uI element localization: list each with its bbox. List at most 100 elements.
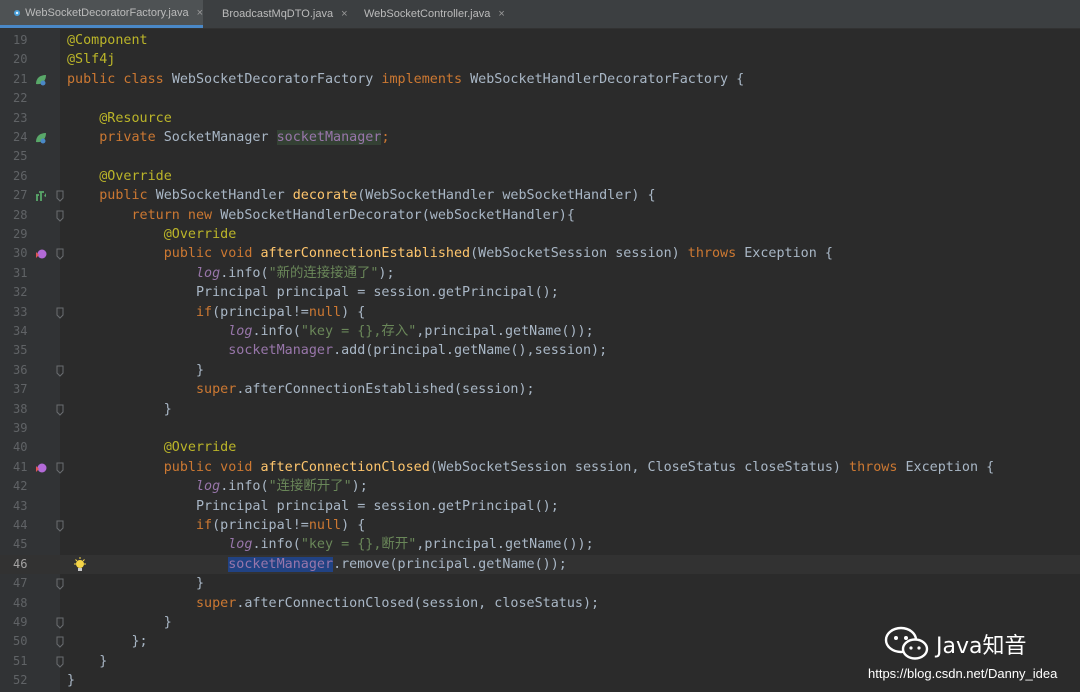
code-text: @Slf4j xyxy=(67,50,115,69)
code-text: public WebSocketHandler decorate(WebSock… xyxy=(67,186,656,205)
code-text: log.info("新的连接接通了"); xyxy=(67,264,395,283)
code-line[interactable]: 41 public void afterConnectionClosed(Web… xyxy=(0,458,1080,477)
code-token: null xyxy=(308,518,342,533)
code-line[interactable]: 40 @Override xyxy=(0,438,1080,457)
code-token: "新的连接接通了" xyxy=(268,265,379,281)
code-token: .info( xyxy=(220,479,269,495)
code-line[interactable]: 26 @Override xyxy=(0,167,1080,186)
code-line[interactable]: 29 @Override xyxy=(0,225,1080,244)
fold-marker-icon[interactable] xyxy=(55,248,65,261)
code-line[interactable]: 25 xyxy=(0,147,1080,166)
tab-2[interactable]: WebSocketController.java × xyxy=(345,0,505,28)
fold-marker-icon[interactable] xyxy=(55,520,65,532)
code-line[interactable]: 36 } xyxy=(0,361,1080,380)
code-token: } xyxy=(67,401,172,417)
code-line[interactable]: 47 } xyxy=(0,574,1080,593)
code-token: public void xyxy=(163,459,261,475)
bean-icon[interactable] xyxy=(34,73,48,87)
code-token: "key = {},断开" xyxy=(300,537,417,553)
line-number: 43 xyxy=(13,498,28,513)
code-line[interactable]: 43 Principal principal = session.getPrin… xyxy=(0,497,1080,516)
fold-marker-icon[interactable] xyxy=(55,365,65,377)
code-token: ; xyxy=(381,130,390,145)
code-line[interactable]: 24 private SocketManager socketManager; xyxy=(0,128,1080,147)
override-icon[interactable] xyxy=(34,461,48,475)
line-number: 26 xyxy=(13,168,28,183)
line-number: 38 xyxy=(13,401,28,416)
code-token: if xyxy=(196,304,213,320)
fold-marker-icon[interactable] xyxy=(55,462,65,474)
code-line[interactable]: 35 socketManager.add(principal.getName()… xyxy=(0,341,1080,360)
tab-0[interactable]: WebSocketDecoratorFactory.java × xyxy=(0,0,203,28)
fold-marker-icon[interactable] xyxy=(55,210,65,222)
line-number: 45 xyxy=(13,537,28,552)
code-token: ); xyxy=(378,265,395,281)
code-text: log.info("连接断开了"); xyxy=(67,477,368,496)
close-icon[interactable]: × xyxy=(498,8,504,20)
code-line[interactable]: 27 public WebSocketHandler decorate(WebS… xyxy=(0,186,1080,205)
code-text: } xyxy=(67,361,204,380)
fold-marker-icon[interactable] xyxy=(55,404,65,416)
override-icon[interactable] xyxy=(34,247,48,261)
fold-marker-icon[interactable] xyxy=(55,190,65,202)
code-line[interactable]: 46 socketManager.remove(principal.getNam… xyxy=(0,554,1080,575)
code-line[interactable]: 33 if(principal!=null) { xyxy=(0,303,1080,322)
code-text: log.info("key = {},断开",principal.getName… xyxy=(67,535,593,554)
code-token: ) { xyxy=(341,518,366,533)
tab-1[interactable]: BroadcastMqDTO.java × xyxy=(203,0,348,28)
code-line[interactable]: 20 @Slf4j xyxy=(0,50,1080,69)
code-token: (WebSocketSession session, CloseStatus c… xyxy=(429,459,850,475)
code-token: (WebSocketHandler webSocketHandler) { xyxy=(357,188,656,204)
code-line[interactable]: 39 xyxy=(0,419,1080,438)
code-token: .add(principal.getName(),session); xyxy=(333,343,608,359)
code-line[interactable]: 32 Principal principal = session.getPrin… xyxy=(0,283,1080,302)
line-number: 35 xyxy=(13,343,28,358)
code-line[interactable]: 31 log.info("新的连接接通了"); xyxy=(0,264,1080,283)
code-line[interactable]: 30 public void afterConnectionEstablishe… xyxy=(0,244,1080,263)
fold-marker-icon[interactable] xyxy=(55,656,65,668)
code-line[interactable]: 34 log.info("key = {},存入",principal.getN… xyxy=(0,322,1080,341)
code-token: @Override xyxy=(163,440,237,456)
fold-marker-icon[interactable] xyxy=(55,636,65,649)
code-line[interactable]: 21 public class WebSocketDecoratorFactory… xyxy=(0,70,1080,89)
fold-marker-icon[interactable] xyxy=(55,307,65,319)
code-line[interactable]: 44 if(principal!=null) { xyxy=(0,516,1080,535)
code-line[interactable]: 22 xyxy=(0,89,1080,108)
fold-marker-icon[interactable] xyxy=(55,617,65,629)
line-number: 44 xyxy=(13,518,28,532)
code-token: log xyxy=(196,479,221,495)
code-editor[interactable]: 19 @Component 20 @Slf4j 21 public class WebSo… xyxy=(0,29,1080,692)
code-line[interactable]: 42 log.info("连接断开了"); xyxy=(0,477,1080,496)
line-number: 41 xyxy=(13,459,28,474)
code-token: Principal principal = session.getPrincip… xyxy=(67,498,559,514)
code-token: @Slf4j xyxy=(67,52,116,68)
code-text: socketManager.remove(principal.getName()… xyxy=(67,555,567,574)
code-token: implements xyxy=(381,71,471,87)
code-line[interactable]: 28 return new WebSocketHandlerDecorator(… xyxy=(0,206,1080,225)
code-line[interactable]: 37 super.afterConnectionEstablished(sess… xyxy=(0,380,1080,399)
code-line[interactable]: 48 super.afterConnectionClosed(session, … xyxy=(0,594,1080,613)
bean-icon[interactable] xyxy=(34,131,48,145)
code-text: } xyxy=(67,613,172,632)
code-token: (principal!= xyxy=(212,518,309,533)
code-token: ); xyxy=(351,479,368,495)
code-text: public void afterConnectionClosed(WebSoc… xyxy=(67,458,994,477)
code-line[interactable]: 23 @Resource xyxy=(0,109,1080,128)
code-token: @Override xyxy=(99,168,172,184)
code-line[interactable]: 45 log.info("key = {},断开",principal.getN… xyxy=(0,535,1080,554)
line-number: 37 xyxy=(13,382,28,397)
implement-icon[interactable] xyxy=(34,189,48,203)
line-number: 29 xyxy=(13,227,28,241)
code-line[interactable]: 19 @Component xyxy=(0,31,1080,50)
fold-marker-icon[interactable] xyxy=(55,578,65,590)
code-line[interactable]: 38 } xyxy=(0,400,1080,419)
